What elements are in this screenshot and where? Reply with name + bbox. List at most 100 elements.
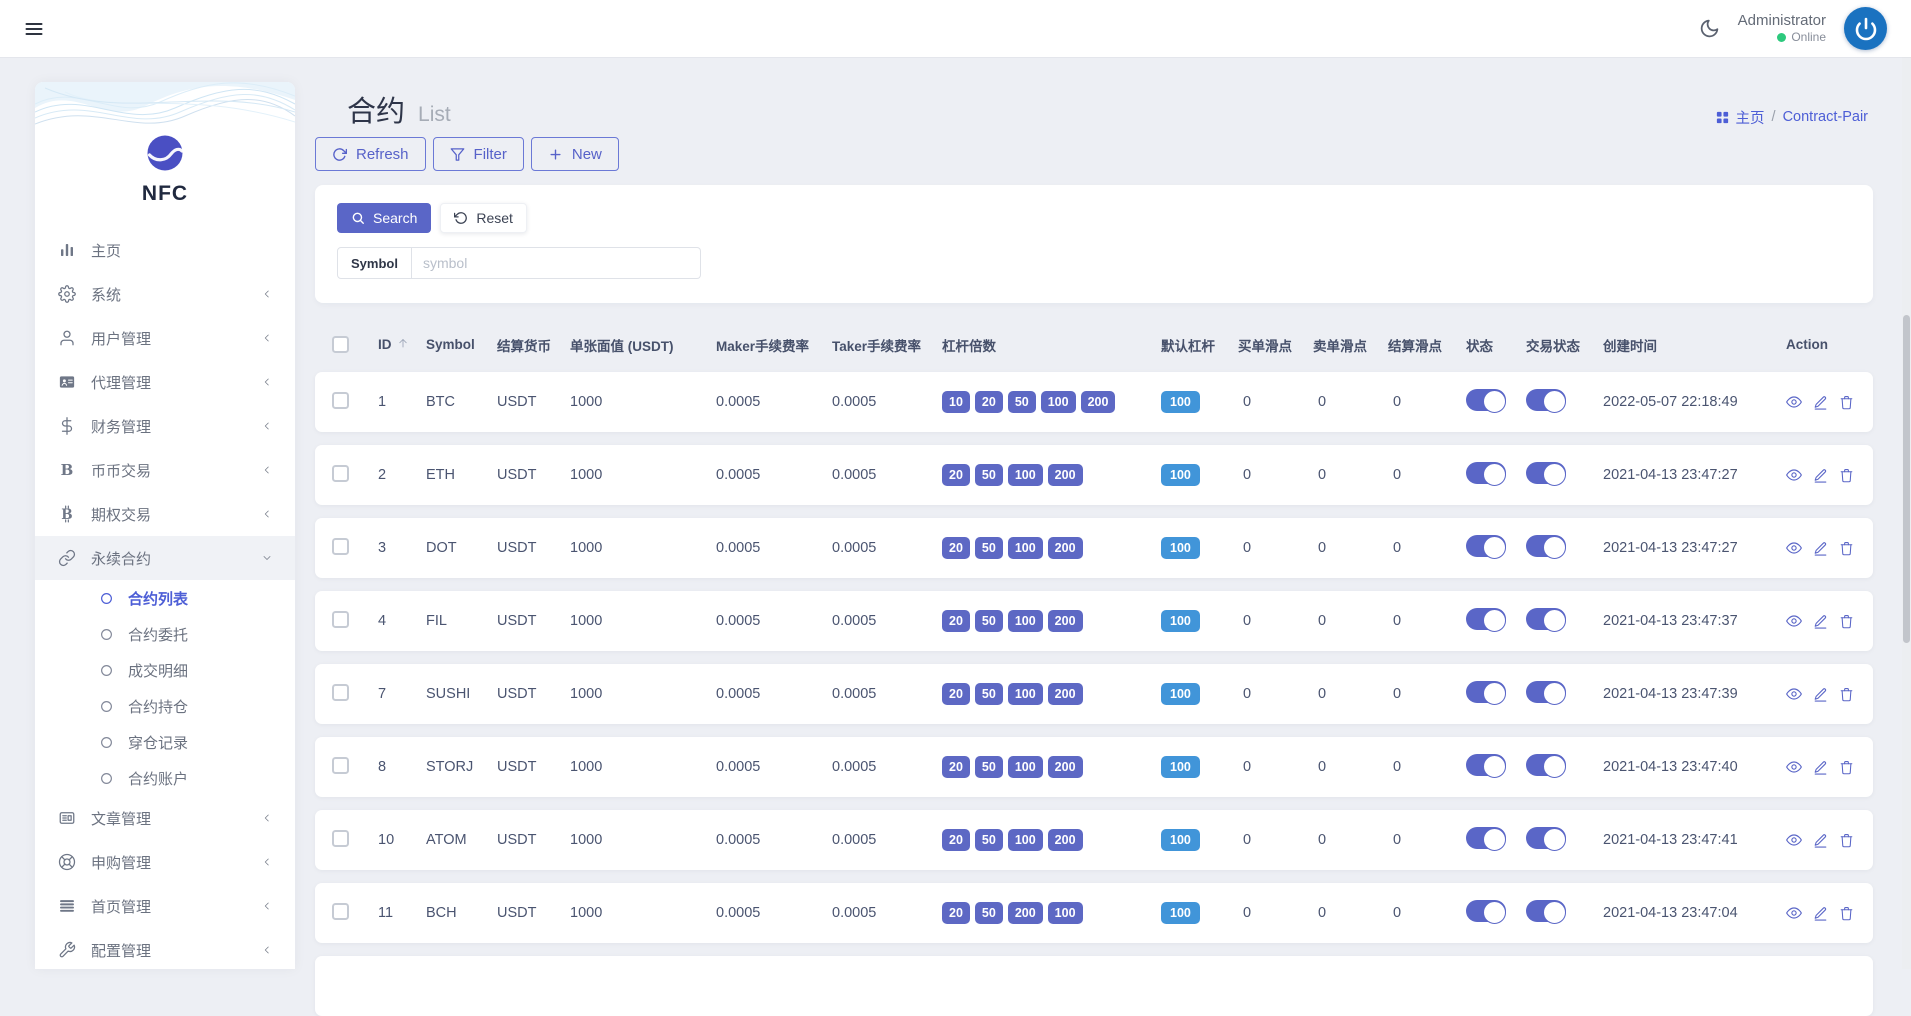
view-button[interactable] bbox=[1786, 832, 1802, 848]
edit-button[interactable] bbox=[1813, 833, 1828, 848]
dark-mode-moon-icon[interactable] bbox=[1699, 18, 1720, 39]
view-button[interactable] bbox=[1786, 686, 1802, 702]
sidebar-item[interactable]: B 币币交易 bbox=[35, 448, 295, 492]
edit-button[interactable] bbox=[1813, 395, 1828, 410]
trade-status-toggle[interactable] bbox=[1526, 754, 1566, 778]
view-button[interactable] bbox=[1786, 613, 1802, 629]
column-header[interactable]: ID bbox=[378, 337, 426, 352]
row-checkbox[interactable] bbox=[332, 537, 349, 555]
column-header[interactable]: 结算滑点 bbox=[1388, 335, 1466, 355]
delete-button[interactable] bbox=[1839, 687, 1854, 702]
brand-logo[interactable]: NFC bbox=[35, 134, 295, 206]
sidebar-subitem[interactable]: 合约账户 bbox=[35, 760, 295, 796]
edit-button[interactable] bbox=[1813, 614, 1828, 629]
column-header[interactable]: Maker手续费率 bbox=[716, 335, 832, 355]
column-header[interactable]: Symbol bbox=[426, 337, 497, 352]
column-header[interactable]: 交易状态 bbox=[1526, 335, 1603, 355]
cell-face-value: 1000 bbox=[570, 905, 603, 921]
column-header[interactable]: 结算货币 bbox=[497, 335, 570, 355]
sidebar-item[interactable]: B 期权交易 bbox=[35, 492, 295, 536]
edit-button[interactable] bbox=[1813, 760, 1828, 775]
trade-status-toggle[interactable] bbox=[1526, 389, 1566, 413]
trade-status-toggle[interactable] bbox=[1526, 681, 1566, 705]
hamburger-menu-icon[interactable] bbox=[24, 19, 44, 39]
edit-button[interactable] bbox=[1813, 468, 1828, 483]
edit-button[interactable] bbox=[1813, 687, 1828, 702]
new-button[interactable]: New bbox=[530, 137, 619, 171]
sidebar-item[interactable]: 申购管理 bbox=[35, 840, 295, 884]
chevron-left-icon bbox=[261, 420, 273, 432]
column-header[interactable]: 创建时间 bbox=[1603, 335, 1786, 355]
status-toggle[interactable] bbox=[1466, 389, 1506, 413]
trade-status-toggle[interactable] bbox=[1526, 535, 1566, 559]
edit-button[interactable] bbox=[1813, 906, 1828, 921]
view-button[interactable] bbox=[1786, 394, 1802, 410]
delete-button[interactable] bbox=[1839, 395, 1854, 410]
breadcrumb-home-link[interactable]: 主页 bbox=[1715, 107, 1765, 128]
sidebar-item[interactable]: 主页 bbox=[35, 228, 295, 272]
status-toggle[interactable] bbox=[1466, 681, 1506, 705]
column-header[interactable]: 单张面值 (USDT) bbox=[570, 335, 716, 355]
sidebar-item[interactable]: 配置管理 bbox=[35, 928, 295, 969]
column-header[interactable]: 卖单滑点 bbox=[1313, 335, 1388, 355]
column-header[interactable]: 默认杠杆 bbox=[1161, 335, 1238, 355]
row-checkbox[interactable] bbox=[332, 610, 349, 628]
trade-status-toggle[interactable] bbox=[1526, 827, 1566, 851]
status-toggle[interactable] bbox=[1466, 754, 1506, 778]
symbol-input[interactable] bbox=[411, 247, 701, 279]
row-checkbox[interactable] bbox=[332, 756, 349, 774]
delete-button[interactable] bbox=[1839, 906, 1854, 921]
row-checkbox[interactable] bbox=[332, 464, 349, 482]
delete-button[interactable] bbox=[1839, 760, 1854, 775]
search-button[interactable]: Search bbox=[337, 203, 432, 233]
scrollbar-thumb[interactable] bbox=[1903, 315, 1910, 643]
edit-button[interactable] bbox=[1813, 541, 1828, 556]
chevron-left-icon bbox=[261, 508, 273, 520]
avatar[interactable] bbox=[1844, 7, 1887, 50]
sidebar-item[interactable]: 财务管理 bbox=[35, 404, 295, 448]
sidebar-subitem[interactable]: 穿仓记录 bbox=[35, 724, 295, 760]
trade-status-toggle[interactable] bbox=[1526, 608, 1566, 632]
row-checkbox[interactable] bbox=[332, 829, 349, 847]
sidebar-subitem[interactable]: 合约持仓 bbox=[35, 688, 295, 724]
sidebar-subitem[interactable]: 成交明细 bbox=[35, 652, 295, 688]
user-block[interactable]: Administrator Online bbox=[1738, 12, 1826, 46]
delete-button[interactable] bbox=[1839, 541, 1854, 556]
delete-button[interactable] bbox=[1839, 468, 1854, 483]
sidebar-subitem[interactable]: 合约列表 bbox=[35, 580, 295, 616]
status-toggle[interactable] bbox=[1466, 462, 1506, 486]
column-header[interactable]: 状态 bbox=[1466, 335, 1526, 355]
reset-button[interactable]: Reset bbox=[440, 203, 527, 233]
select-all-checkbox[interactable] bbox=[332, 336, 349, 353]
sidebar-subitem[interactable]: 合约委托 bbox=[35, 616, 295, 652]
filter-button[interactable]: Filter bbox=[432, 137, 524, 171]
page-scrollbar[interactable] bbox=[1902, 57, 1911, 969]
sidebar-item[interactable]: 永续合约 bbox=[35, 536, 295, 580]
trade-status-toggle[interactable] bbox=[1526, 462, 1566, 486]
view-button[interactable] bbox=[1786, 759, 1802, 775]
column-header[interactable]: Taker手续费率 bbox=[832, 335, 942, 355]
column-header[interactable]: 买单滑点 bbox=[1238, 335, 1313, 355]
trade-status-toggle[interactable] bbox=[1526, 900, 1566, 924]
delete-button[interactable] bbox=[1839, 833, 1854, 848]
breadcrumb-current[interactable]: Contract-Pair bbox=[1783, 109, 1868, 125]
view-button[interactable] bbox=[1786, 540, 1802, 556]
sidebar-item[interactable]: 系统 bbox=[35, 272, 295, 316]
column-header[interactable]: Action bbox=[1786, 337, 1873, 352]
sidebar-item[interactable]: 用户管理 bbox=[35, 316, 295, 360]
column-header[interactable]: 杠杆倍数 bbox=[942, 335, 1161, 355]
sidebar-item[interactable]: 首页管理 bbox=[35, 884, 295, 928]
status-toggle[interactable] bbox=[1466, 608, 1506, 632]
row-checkbox[interactable] bbox=[332, 683, 349, 701]
sidebar-item[interactable]: 代理管理 bbox=[35, 360, 295, 404]
status-toggle[interactable] bbox=[1466, 900, 1506, 924]
row-checkbox[interactable] bbox=[332, 902, 349, 920]
view-button[interactable] bbox=[1786, 905, 1802, 921]
delete-button[interactable] bbox=[1839, 614, 1854, 629]
view-button[interactable] bbox=[1786, 467, 1802, 483]
row-checkbox[interactable] bbox=[332, 391, 349, 409]
sidebar-item[interactable]: 文章管理 bbox=[35, 796, 295, 840]
refresh-button[interactable]: Refresh bbox=[315, 137, 426, 171]
status-toggle[interactable] bbox=[1466, 535, 1506, 559]
status-toggle[interactable] bbox=[1466, 827, 1506, 851]
